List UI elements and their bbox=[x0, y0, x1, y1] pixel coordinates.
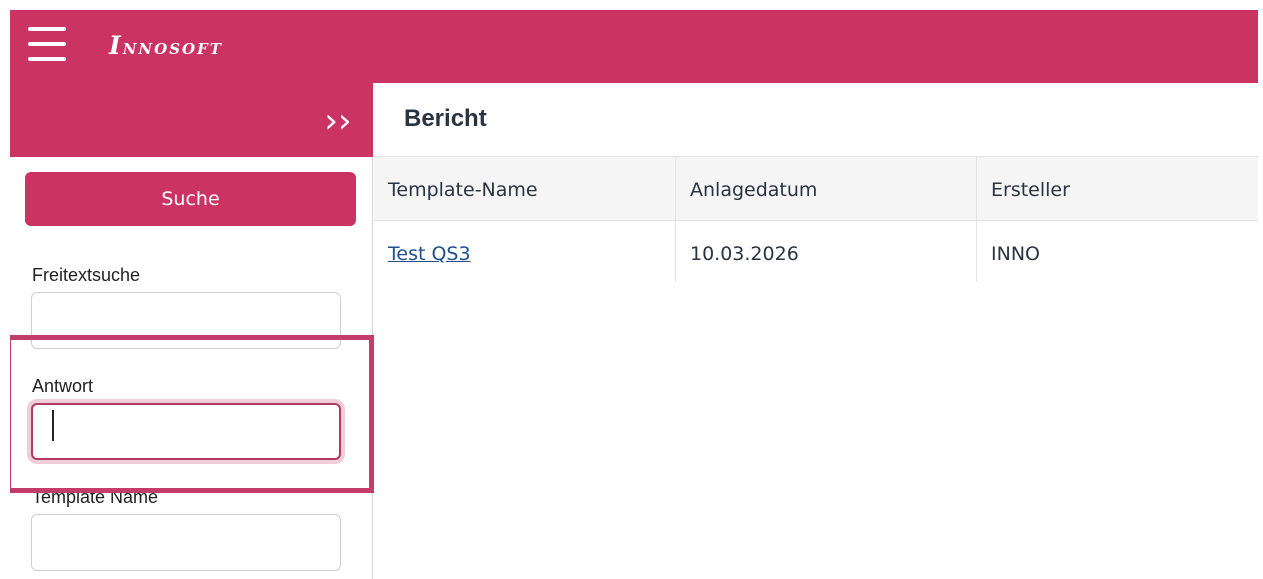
sidebar-header: ›› bbox=[10, 83, 373, 157]
anlagedatum-cell: 10.03.2026 bbox=[690, 243, 799, 265]
column-header-anlagedatum[interactable]: Anlagedatum bbox=[690, 179, 817, 201]
chevron-double-right-icon[interactable]: ›› bbox=[318, 103, 358, 139]
search-button[interactable]: Suche bbox=[25, 172, 356, 226]
template-name-input[interactable] bbox=[31, 514, 341, 571]
antwort-label: Antwort bbox=[32, 376, 94, 396]
innosoft-logo[interactable]: INNOSOFT bbox=[109, 31, 223, 64]
app-window: INNOSOFT ›› Suche Freitextsuche Antwort … bbox=[10, 10, 1258, 579]
template-name-label: Template Name bbox=[32, 487, 159, 507]
page-title: Bericht bbox=[404, 105, 487, 132]
ersteller-cell: INNO bbox=[991, 243, 1040, 265]
column-header-template-name[interactable]: Template-Name bbox=[388, 179, 538, 201]
freitextsuche-input[interactable] bbox=[31, 292, 341, 349]
table-header: Template-Name Anlagedatum Ersteller bbox=[374, 157, 1258, 221]
top-bar: INNOSOFT bbox=[10, 10, 1258, 83]
column-header-ersteller[interactable]: Ersteller bbox=[991, 179, 1070, 201]
filter-sidebar: ›› Suche Freitextsuche Antwort Template … bbox=[10, 83, 374, 579]
table-row: Test QS3 10.03.2026 INNO bbox=[374, 221, 1258, 282]
report-panel: Bericht Template-Name Anlagedatum Erstel… bbox=[374, 83, 1258, 579]
logo-rest: NNOSOFT bbox=[122, 40, 223, 58]
logo-first-letter: I bbox=[109, 31, 123, 60]
template-name-link[interactable]: Test QS3 bbox=[388, 243, 471, 265]
antwort-input[interactable] bbox=[31, 403, 341, 460]
menu-icon[interactable] bbox=[28, 27, 66, 61]
text-caret bbox=[52, 410, 54, 441]
report-header: Bericht bbox=[374, 83, 1258, 157]
freitextsuche-label: Freitextsuche bbox=[32, 265, 141, 285]
